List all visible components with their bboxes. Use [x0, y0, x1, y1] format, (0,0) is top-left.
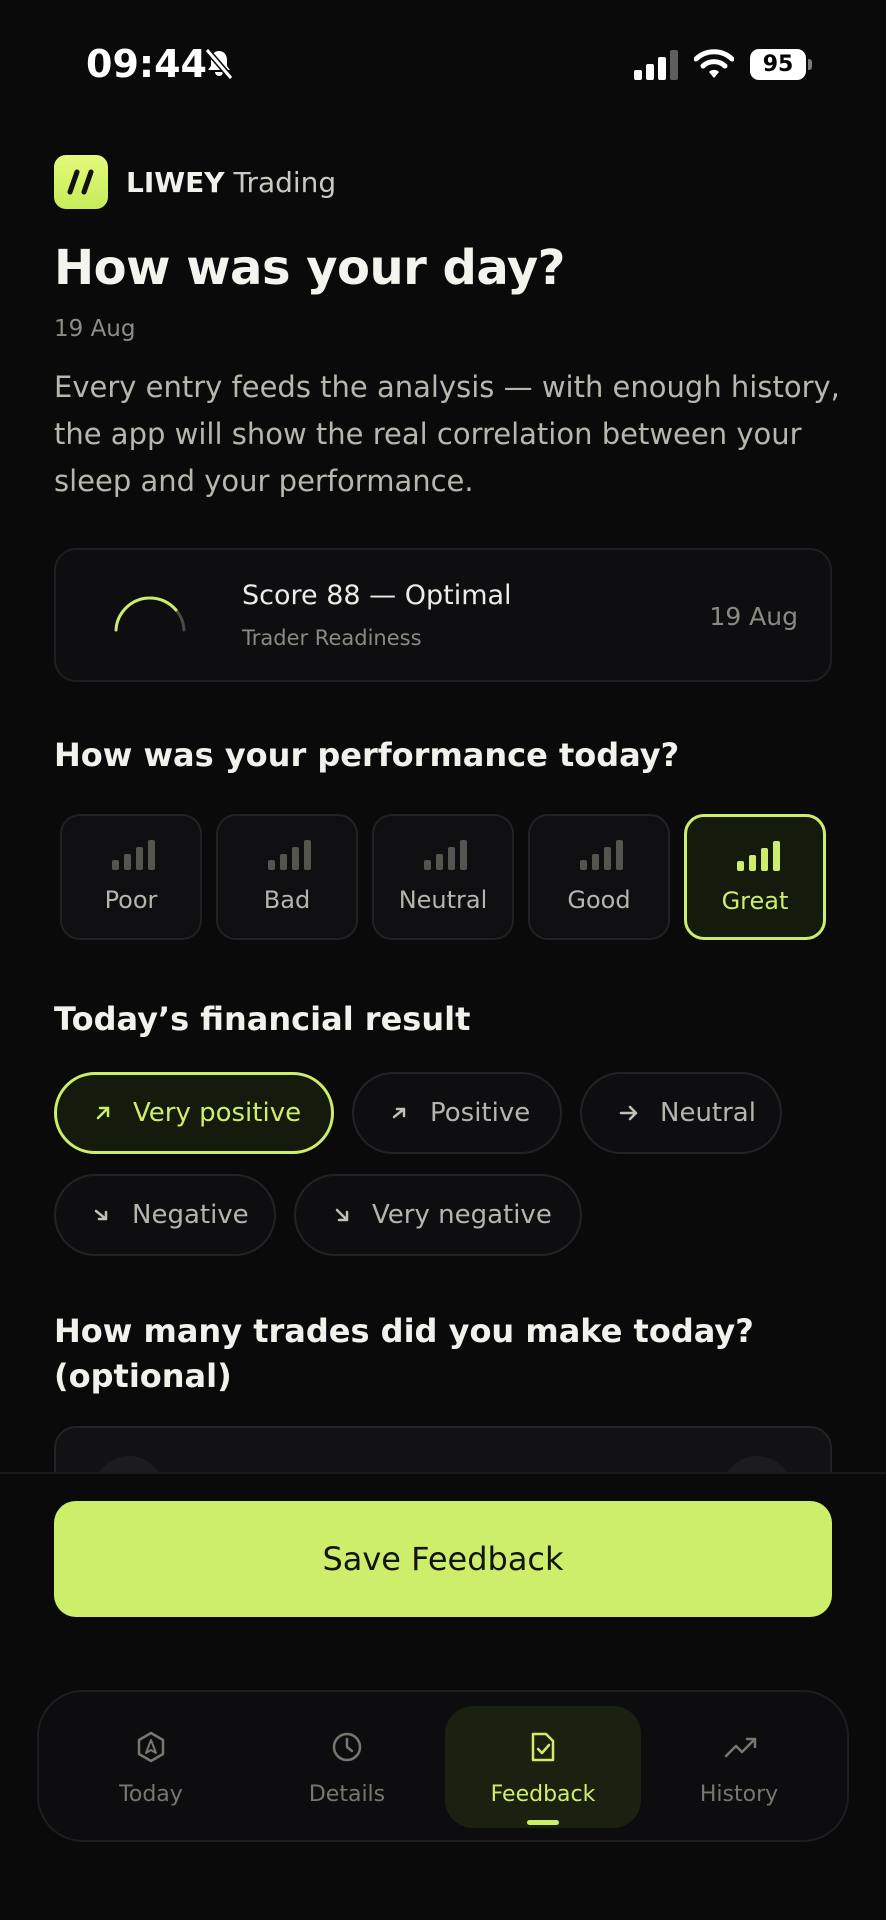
bars-icon	[580, 840, 623, 870]
performance-option-label: Good	[567, 886, 631, 914]
status-time: 09:44	[86, 42, 207, 86]
financial-option-very-negative[interactable]: Very negative	[294, 1174, 582, 1256]
arrow-up-right-icon	[390, 1103, 410, 1123]
score-title: Score 88 — Optimal	[242, 580, 512, 611]
tab-today[interactable]: Today	[53, 1706, 249, 1828]
battery-tip	[808, 59, 812, 70]
performance-option-label: Poor	[104, 886, 158, 914]
bars-icon	[737, 841, 780, 871]
performance-option-label: Bad	[263, 886, 311, 914]
logo-slashes-icon	[67, 169, 94, 195]
signal-icon	[634, 50, 678, 80]
arrow-right-icon	[618, 1103, 640, 1123]
tab-details[interactable]: Details	[249, 1706, 445, 1828]
arrow-up-right-icon	[93, 1103, 113, 1123]
performance-option-label: Great	[721, 887, 789, 915]
trend-icon	[724, 1737, 757, 1758]
tab-feedback[interactable]: Feedback	[445, 1706, 641, 1828]
score-subtitle: Trader Readiness	[242, 626, 422, 650]
performance-option-good[interactable]: Good	[528, 814, 670, 940]
performance-option-great[interactable]: Great	[684, 814, 826, 940]
arrow-down-right-icon	[332, 1205, 352, 1225]
tab-label: Feedback	[490, 1782, 596, 1807]
financial-option-label: Positive	[430, 1098, 531, 1128]
financial-option-label: Very negative	[372, 1200, 552, 1230]
tab-label: History	[699, 1782, 779, 1807]
score-card[interactable]: Score 88 — Optimal Trader Readiness 19 A…	[54, 548, 832, 682]
tab-label: Details	[308, 1782, 386, 1807]
financial-option-label: Negative	[132, 1200, 249, 1230]
brand-name-main: LIWEY	[126, 165, 225, 199]
financial-option-label: Very positive	[133, 1098, 302, 1128]
financial-question: Today’s financial result	[54, 1000, 471, 1038]
intro-text: Every entry feeds the analysis — with en…	[54, 370, 840, 498]
bars-icon	[268, 840, 311, 870]
bars-icon	[112, 840, 155, 870]
save-feedback-button[interactable]: Save Feedback	[54, 1501, 832, 1617]
financial-option-label: Neutral	[660, 1098, 756, 1128]
performance-option-poor[interactable]: Poor	[60, 814, 202, 940]
wifi-icon	[694, 49, 734, 78]
bell-muted-icon	[204, 48, 234, 80]
brand-name: LIWEY Trading	[126, 166, 336, 199]
performance-options: Poor Bad Neutral Good Great	[60, 814, 826, 940]
trades-question-optional: (optional)	[54, 1357, 232, 1395]
tab-label: Today	[119, 1782, 183, 1807]
status-bar: 09:44 95	[0, 0, 886, 130]
financial-option-positive[interactable]: Positive	[352, 1072, 562, 1154]
performance-option-bad[interactable]: Bad	[216, 814, 358, 940]
arrow-down-right-icon	[92, 1205, 112, 1225]
battery-indicator: 95	[750, 49, 806, 80]
brand-name-suffix: Trading	[233, 165, 337, 199]
performance-question: How was your performance today?	[54, 736, 680, 774]
score-date: 19 Aug	[709, 602, 798, 631]
financial-option-very-positive[interactable]: Very positive	[54, 1072, 334, 1154]
financial-option-neutral[interactable]: Neutral	[580, 1072, 782, 1154]
feedback-icon	[531, 1732, 555, 1762]
score-gauge-icon	[114, 596, 186, 632]
brand-logo	[54, 155, 108, 209]
tab-history[interactable]: History	[641, 1706, 837, 1828]
clock-icon	[332, 1732, 362, 1762]
bars-icon	[424, 840, 467, 870]
active-tab-indicator	[527, 1820, 559, 1825]
financial-option-negative[interactable]: Negative	[54, 1174, 276, 1256]
performance-option-label: Neutral	[398, 886, 488, 914]
tab-bar: Today Details Feedback History	[37, 1690, 849, 1842]
page-title: How was your day?	[54, 240, 565, 296]
page-date: 19 Aug	[54, 316, 136, 342]
performance-option-neutral[interactable]: Neutral	[372, 814, 514, 940]
brand-header: LIWEY Trading	[54, 155, 336, 209]
compass-icon	[137, 1731, 165, 1763]
trades-question: How many trades did you make today?	[54, 1312, 754, 1350]
